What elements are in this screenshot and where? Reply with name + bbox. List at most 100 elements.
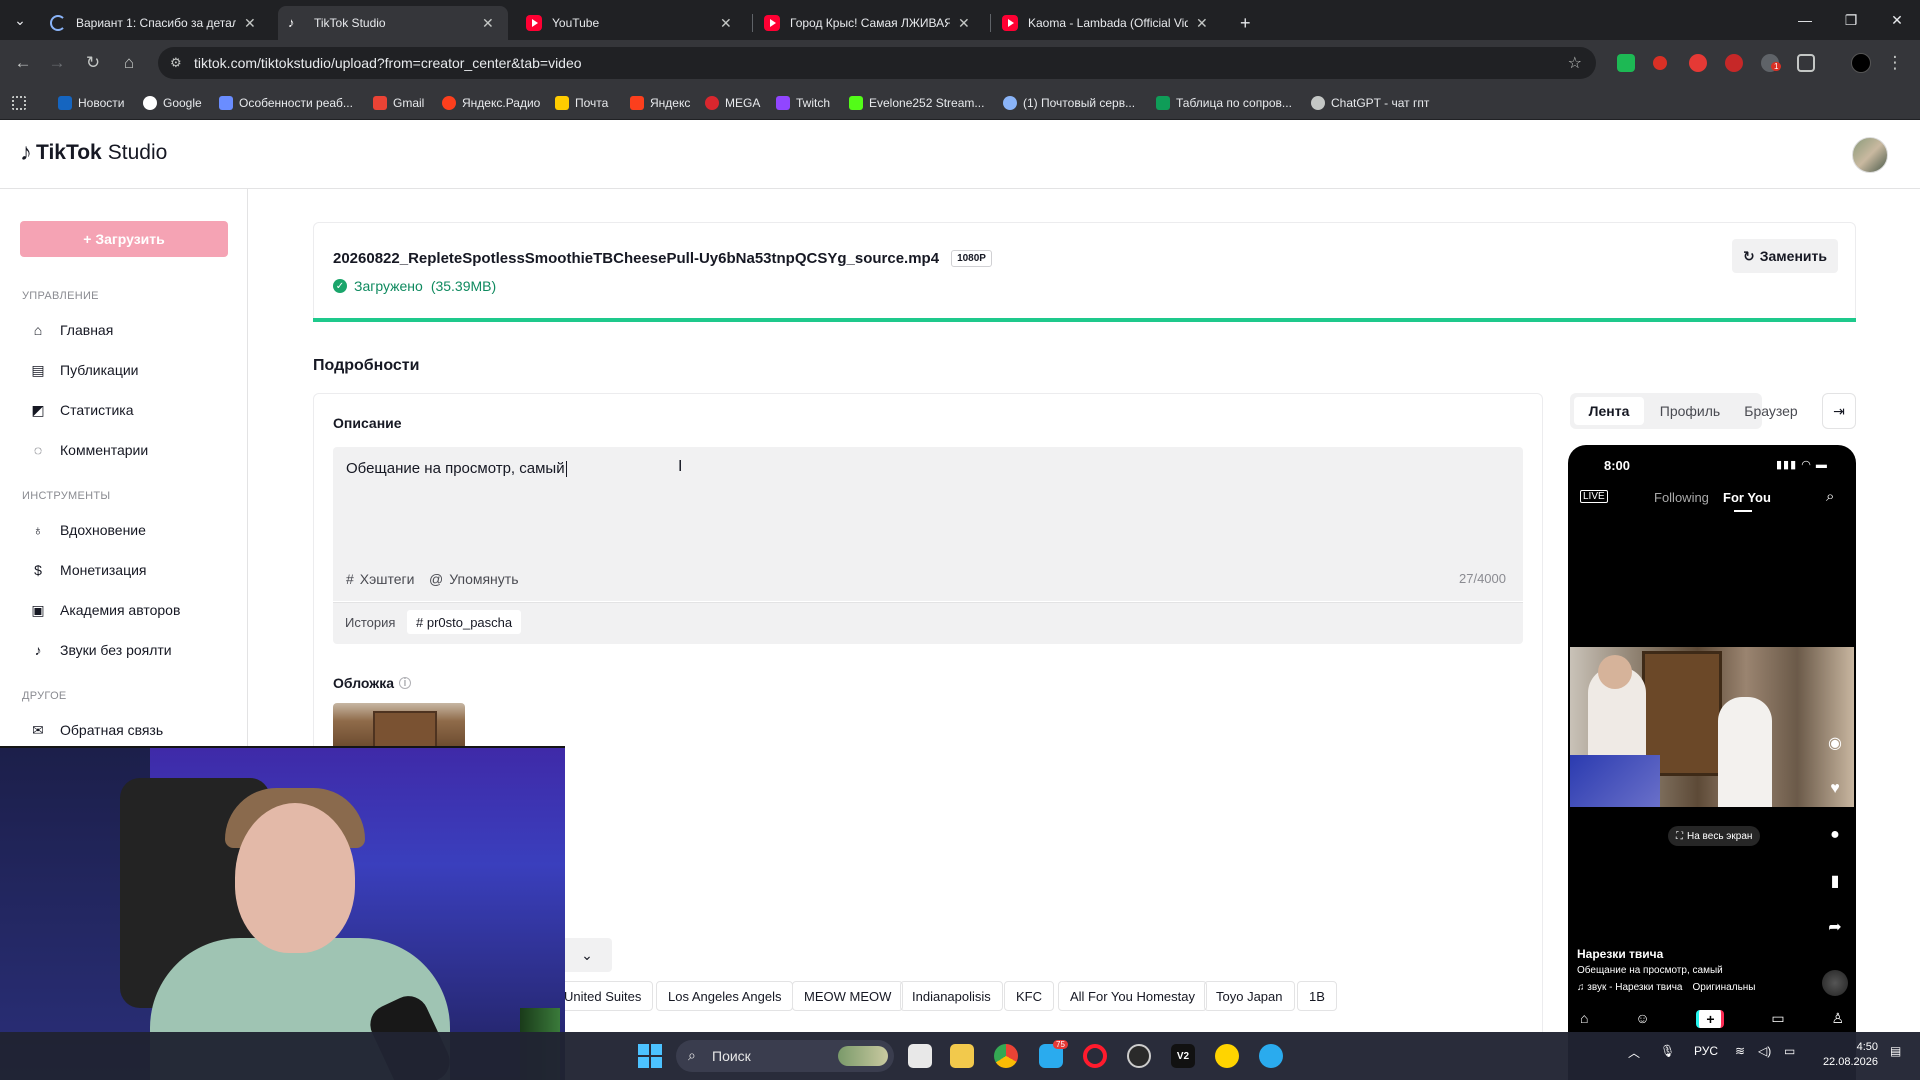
back-icon[interactable]: ← [12,52,34,74]
location-chip[interactable]: Los Angeles Angels [656,981,794,1011]
bookmark-twitch[interactable]: Twitch [776,91,830,115]
sidebar-item-inspiration[interactable]: ♁ Вдохновение [30,518,146,542]
site-info-icon[interactable]: ⚙ [170,55,182,71]
video-preview[interactable] [1570,647,1854,807]
wifi-icon[interactable]: ≋ [1735,1044,1745,1058]
location-chip[interactable]: 1B [1297,981,1337,1011]
battery-icon[interactable]: ▭ [1784,1044,1795,1058]
bookmark-pochta[interactable]: Почта [555,91,608,115]
taskbar-clock[interactable]: 4:50 22.08.2026 [1818,1040,1878,1070]
friends-icon: ☺ [1635,1010,1650,1026]
fullscreen-button[interactable]: ⛶ На весь экран [1668,826,1761,846]
extension-check-icon[interactable] [1617,54,1635,72]
bookmark-gmail[interactable]: Gmail [373,91,424,115]
hashtags-button[interactable]: # Хэштеги [346,571,414,587]
exit-preview-icon[interactable]: ⇥ [1822,393,1856,429]
bookmark-google[interactable]: Google [143,91,202,115]
bookmark-mega[interactable]: MEGA [705,91,760,115]
location-chip[interactable]: United Suites [552,981,654,1011]
sidebar-item-sounds[interactable]: ♪ Звуки без роялти [30,638,172,662]
volume-icon[interactable]: ◁) [1758,1044,1771,1058]
bookmark-evelone[interactable]: Evelone252 Stream... [849,91,984,115]
cover-thumbnail[interactable] [333,703,465,748]
user-avatar[interactable] [1852,137,1888,173]
sidebar-item-comments[interactable]: ◌ Комментарии [30,438,148,462]
bookmark-mail-service[interactable]: (1) Почтовый серв... [1003,91,1135,115]
bookmark-yandex-radio[interactable]: Яндекс.Радио [442,91,540,115]
tab-browser[interactable]: Браузер [1733,397,1809,425]
bookmark-star-icon[interactable]: ☆ [1568,53,1582,73]
close-icon[interactable]: ✕ [958,15,970,32]
notifications-icon[interactable]: ▤ [1890,1044,1901,1058]
info-icon[interactable]: i [398,677,411,689]
tiktok-studio-logo[interactable]: ♪ TikTok Studio [20,139,167,167]
tab-kaoma-lambada[interactable]: Kaoma - Lambada (Official Vide ✕ [992,6,1222,40]
location-chip[interactable]: KFC [1004,981,1054,1011]
history-hashtag-chip[interactable]: # pr0sto_pascha [407,610,522,634]
windows-start-icon[interactable] [638,1044,662,1068]
microphone-icon[interactable]: 🎙 [1660,1044,1675,1058]
mention-button[interactable]: @ Упомянуть [429,571,519,587]
file-explorer-icon[interactable] [950,1044,974,1068]
v2-app-icon[interactable]: V2 [1171,1044,1195,1068]
telegram-badge-icon[interactable]: 75 [1039,1040,1068,1068]
bookmark-chatgpt[interactable]: ChatGPT - чат гпт [1311,91,1429,115]
telegram-icon[interactable] [1259,1044,1283,1068]
chrome-icon[interactable] [994,1044,1018,1068]
location-dropdown[interactable]: ⌄ [562,938,612,972]
bookmark-yandex[interactable]: Яндекс [630,91,690,115]
close-icon[interactable]: ✕ [720,15,732,32]
location-chip[interactable]: All For You Homestay [1058,981,1208,1011]
bookmark-novosti[interactable]: Новости [58,91,124,115]
extension-globe-icon[interactable]: 1 [1761,54,1782,72]
tab-youtube[interactable]: YouTube ✕ [516,6,746,40]
location-chip[interactable]: Indianapolisis [900,981,1003,1011]
profile-avatar-icon[interactable] [1851,53,1871,73]
sidebar-item-posts[interactable]: ▤ Публикации [30,358,138,382]
tab-feed[interactable]: Лента [1574,397,1644,425]
sidebar-item-analytics[interactable]: ◩ Статистика [30,398,133,422]
tab-search-icon[interactable]: ⌄ [0,0,40,40]
menu-dots-icon[interactable]: ⋮ [1884,52,1906,74]
opera-icon[interactable] [1083,1044,1107,1068]
keyboard-language[interactable]: РУС [1694,1044,1718,1058]
replace-button[interactable]: ↻ Заменить [1732,239,1838,273]
reload-icon[interactable]: ↻ [82,52,104,74]
extensions-puzzle-icon[interactable] [1797,54,1815,72]
sidebar-item-monetization[interactable]: $ Монетизация [30,558,146,582]
tab-variant[interactable]: Вариант 1: Спасибо за детали ✕ [40,6,270,40]
bookmark-table[interactable]: Таблица по сопров... [1156,91,1292,115]
extension-lock-icon[interactable] [1653,56,1667,70]
sidebar-item-feedback[interactable]: ✉ Обратная связь [30,718,163,742]
obs-icon[interactable] [1127,1044,1151,1068]
close-icon[interactable]: ✕ [244,15,256,32]
tab-profile[interactable]: Профиль [1650,397,1730,425]
tray-chevron-icon[interactable]: ︿ [1628,1044,1640,1061]
bookmark-rehab[interactable]: Особенности реаб... [219,91,353,115]
url-input[interactable]: ⚙ tiktok.com/tiktokstudio/upload?from=cr… [158,47,1596,79]
create-plus-icon: + [1696,1010,1725,1028]
apps-grid-icon[interactable] [12,91,32,115]
tab-tiktok-studio[interactable]: ♪ TikTok Studio ✕ [278,6,508,40]
adblock-icon[interactable] [1725,54,1743,72]
close-icon[interactable]: ✕ [1196,15,1208,32]
upload-button[interactable]: + Загрузить [20,221,228,257]
location-chip[interactable]: MEOW MEOW [792,981,904,1011]
minimize-icon[interactable]: — [1782,0,1828,40]
close-icon[interactable]: ✕ [482,15,494,32]
forward-icon[interactable]: → [46,52,68,74]
new-tab-button[interactable]: + [1230,6,1260,40]
tab-gorod-krys[interactable]: Город Крыс! Самая ЛЖИВАЯ ✕ [754,6,984,40]
sun-app-icon[interactable] [1215,1044,1239,1068]
taskbar-search[interactable]: ⌕ Поиск [676,1040,894,1072]
for-you-underline [1734,510,1752,512]
extension-hand-icon[interactable] [1689,54,1707,72]
close-window-icon[interactable]: ✕ [1874,0,1920,40]
sidebar-item-academy[interactable]: ▣ Академия авторов [30,598,180,622]
restore-icon[interactable]: ❐ [1828,0,1874,40]
task-view-icon[interactable] [908,1044,932,1068]
home-icon[interactable]: ⌂ [118,52,140,74]
location-chip[interactable]: Toyo Japan [1204,981,1295,1011]
sidebar-item-home[interactable]: ⌂ Главная [30,318,114,342]
description-text[interactable]: Обещание на просмотр, самый [346,460,567,478]
